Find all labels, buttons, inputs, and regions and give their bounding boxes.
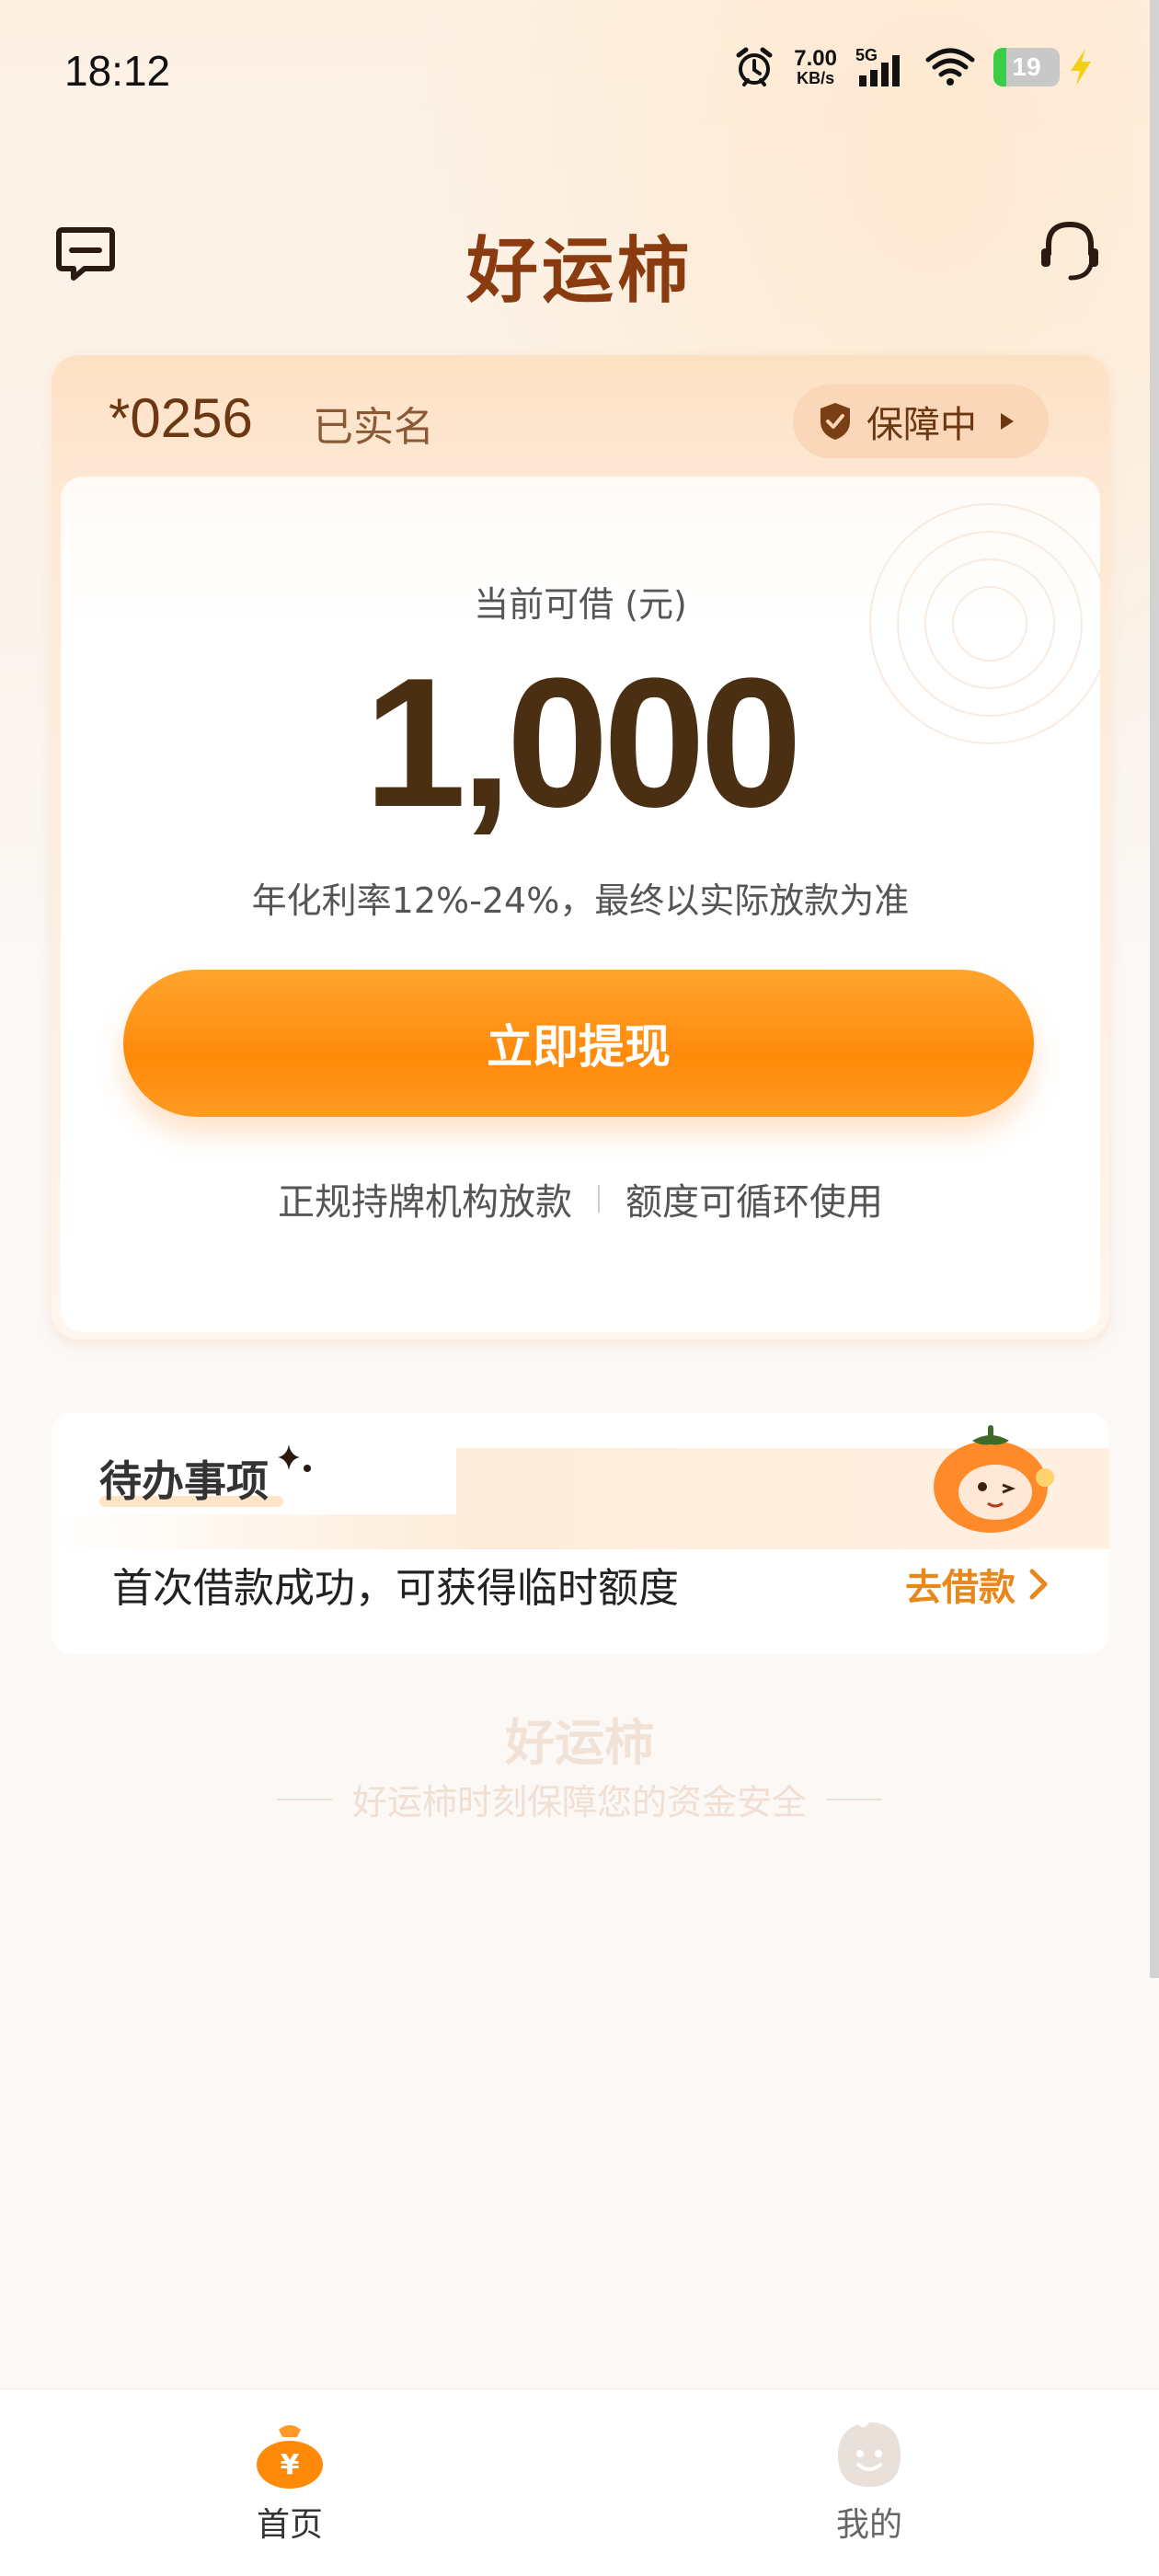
withdraw-now-button[interactable]: 立即提现 <box>123 970 1034 1117</box>
go-borrow-link[interactable]: 去借款 <box>905 1558 1049 1611</box>
todo-card: 待办事项 首次借款成功，可获得临时额度 去借款 <box>52 1413 1109 1654</box>
tab-home-label: 首页 <box>256 2506 323 2544</box>
feature-revolving-credit: 额度可循环使用 <box>625 1181 883 1224</box>
slogan-left-line <box>276 1798 332 1800</box>
tab-mine-label: 我的 <box>835 2506 902 2544</box>
tab-mine[interactable]: 我的 <box>580 2389 1159 2576</box>
status-bar: 18:12 7.00 KB/s 5G 19 <box>0 0 1159 138</box>
status-icons: 7.00 KB/s 5G 19 <box>733 46 1095 88</box>
shield-check-icon <box>820 403 850 440</box>
bottom-tab-bar: ¥ 首页 我的 <box>0 2388 1159 2576</box>
status-time: 18:12 <box>64 47 171 95</box>
money-bag-icon: ¥ <box>257 2425 323 2489</box>
guarantee-label: 保障中 <box>866 404 977 446</box>
app-title: 好运柿 <box>465 230 693 313</box>
svg-text:¥: ¥ <box>281 2449 300 2481</box>
feature-divider <box>598 1185 600 1213</box>
account-number: *0256 <box>109 387 253 449</box>
cellular-signal-icon: 5G <box>855 46 900 86</box>
sparkle-icon <box>278 1444 311 1472</box>
alarm-clock-icon <box>736 47 773 86</box>
todo-title: 待办事项 <box>99 1456 269 1506</box>
guarantee-button[interactable]: 保障中 <box>793 385 1049 458</box>
battery-level: 19 <box>1012 52 1041 81</box>
feature-list: 正规持牌机构放款 额度可循环使用 <box>61 1172 1100 1225</box>
wifi-icon <box>925 48 975 86</box>
battery-icon: 19 <box>993 48 1060 86</box>
smiley-icon <box>838 2422 901 2487</box>
todo-item-text: 首次借款成功，可获得临时额度 <box>112 1565 679 1612</box>
network-speed-unit: KB/s <box>797 69 835 87</box>
headset-icon[interactable] <box>1036 217 1104 285</box>
footer-brand-watermark: 好运柿 <box>505 1714 654 1772</box>
network-type-label: 5G <box>855 46 878 64</box>
todo-item[interactable]: 首次借款成功，可获得临时额度 去借款 <box>52 1514 1109 1654</box>
go-borrow-label: 去借款 <box>905 1567 1016 1609</box>
credit-inner-panel: 当前可借 (元) 1,000 年化利率12%-24%，最终以实际放款为准 立即提… <box>61 477 1100 1332</box>
available-credit-label: 当前可借 (元) <box>474 584 687 625</box>
battery-indicator: 19 <box>993 47 1095 87</box>
footer-slogan: 好运柿时刻保障您的资金安全 <box>0 1774 1159 1824</box>
feature-licensed-lender: 正规持牌机构放款 <box>278 1181 572 1224</box>
scrollbar[interactable] <box>1150 0 1159 1978</box>
chevron-right-icon <box>1029 1569 1048 1600</box>
app-header: 好运柿 <box>0 193 1159 313</box>
credit-card: *0256 已实名 保障中 当前可借 (元) 1,000 年化利率12%-24%… <box>52 355 1109 1340</box>
tab-home[interactable]: ¥ 首页 <box>0 2389 580 2576</box>
charging-bolt-icon <box>1071 49 1091 86</box>
caret-right-icon <box>1001 413 1014 430</box>
available-credit-amount: 1,000 <box>363 640 803 845</box>
slogan-right-line <box>827 1798 882 1800</box>
interest-rate-note: 年化利率12%-24%，最终以实际放款为准 <box>251 880 910 921</box>
footer-slogan-text: 好运柿时刻保障您的资金安全 <box>351 1782 807 1823</box>
verification-status: 已实名 <box>313 404 434 451</box>
network-speed-value: 7.00 <box>794 46 837 71</box>
network-speed: 7.00 KB/s <box>794 46 837 87</box>
